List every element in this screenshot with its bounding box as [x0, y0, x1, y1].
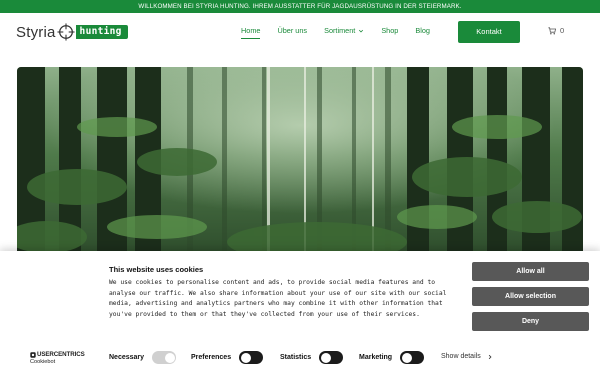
- nav-label: Sortiment: [324, 26, 356, 35]
- cookie-title: This website uses cookies: [109, 265, 204, 274]
- toggle-preferences: Preferences: [191, 351, 264, 364]
- allow-all-button[interactable]: Allow all: [472, 262, 589, 281]
- allow-selection-button[interactable]: Allow selection: [472, 287, 589, 306]
- toggle-statistics: Statistics: [280, 351, 344, 364]
- chevron-down-icon: [359, 29, 364, 32]
- usercentrics-cookiebot-logo: USERCENTRICS Cookiebot: [30, 351, 85, 365]
- chevron-right-icon: [488, 354, 492, 359]
- toggle-label: Statistics: [280, 354, 312, 361]
- brand-sub: Cookiebot: [30, 359, 56, 365]
- toggle-label: Preferences: [191, 354, 232, 361]
- usercentrics-icon: [30, 351, 36, 358]
- cart-count: 0: [560, 26, 565, 35]
- nav-item-shop[interactable]: Shop: [381, 26, 398, 35]
- nav-label: Shop: [381, 26, 399, 35]
- nav-item-ueber-uns[interactable]: Über uns: [277, 26, 307, 35]
- statistics-switch[interactable]: [319, 351, 344, 364]
- toggle-label: Marketing: [359, 354, 393, 361]
- cookie-description: We use cookies to personalise content an…: [109, 279, 447, 318]
- crosshair-icon: [56, 23, 75, 41]
- nav-label: Blog: [415, 26, 430, 35]
- hero-forest-image: [17, 67, 583, 262]
- nav-label: Home: [241, 26, 261, 35]
- cart-link[interactable]: 0: [548, 26, 564, 35]
- site-header: Styria hunting Home Über uns Sortiment S…: [0, 13, 600, 51]
- brand-main: USERCENTRICS: [37, 351, 85, 358]
- necessary-switch: [152, 351, 177, 364]
- contact-button[interactable]: Kontakt: [458, 21, 520, 43]
- nav-item-home[interactable]: Home: [241, 26, 261, 39]
- announcement-bar: WILLKOMMEN BEI STYRIA HUNTING. IHREM AUS…: [0, 0, 600, 13]
- show-details-link[interactable]: Show details: [441, 353, 493, 360]
- deny-button[interactable]: Deny: [472, 312, 589, 331]
- toggle-necessary: Necessary: [109, 351, 177, 364]
- show-details-label: Show details: [441, 353, 481, 360]
- nav-label: Über uns: [277, 26, 308, 35]
- marketing-switch[interactable]: [400, 351, 425, 364]
- toggle-label: Necessary: [109, 354, 145, 361]
- logo-word: Styria: [16, 23, 56, 41]
- cart-icon: [548, 26, 556, 34]
- toggle-marketing: Marketing: [359, 351, 425, 364]
- cookie-banner: This website uses cookies We use cookies…: [0, 251, 600, 375]
- nav-item-sortiment[interactable]: Sortiment: [324, 26, 364, 35]
- nav-item-blog[interactable]: Blog: [415, 26, 430, 35]
- site-logo[interactable]: Styria hunting: [16, 22, 128, 42]
- main-nav: Home Über uns Sortiment Shop Blog: [241, 26, 447, 39]
- preferences-switch[interactable]: [239, 351, 264, 364]
- logo-badge: hunting: [75, 25, 128, 39]
